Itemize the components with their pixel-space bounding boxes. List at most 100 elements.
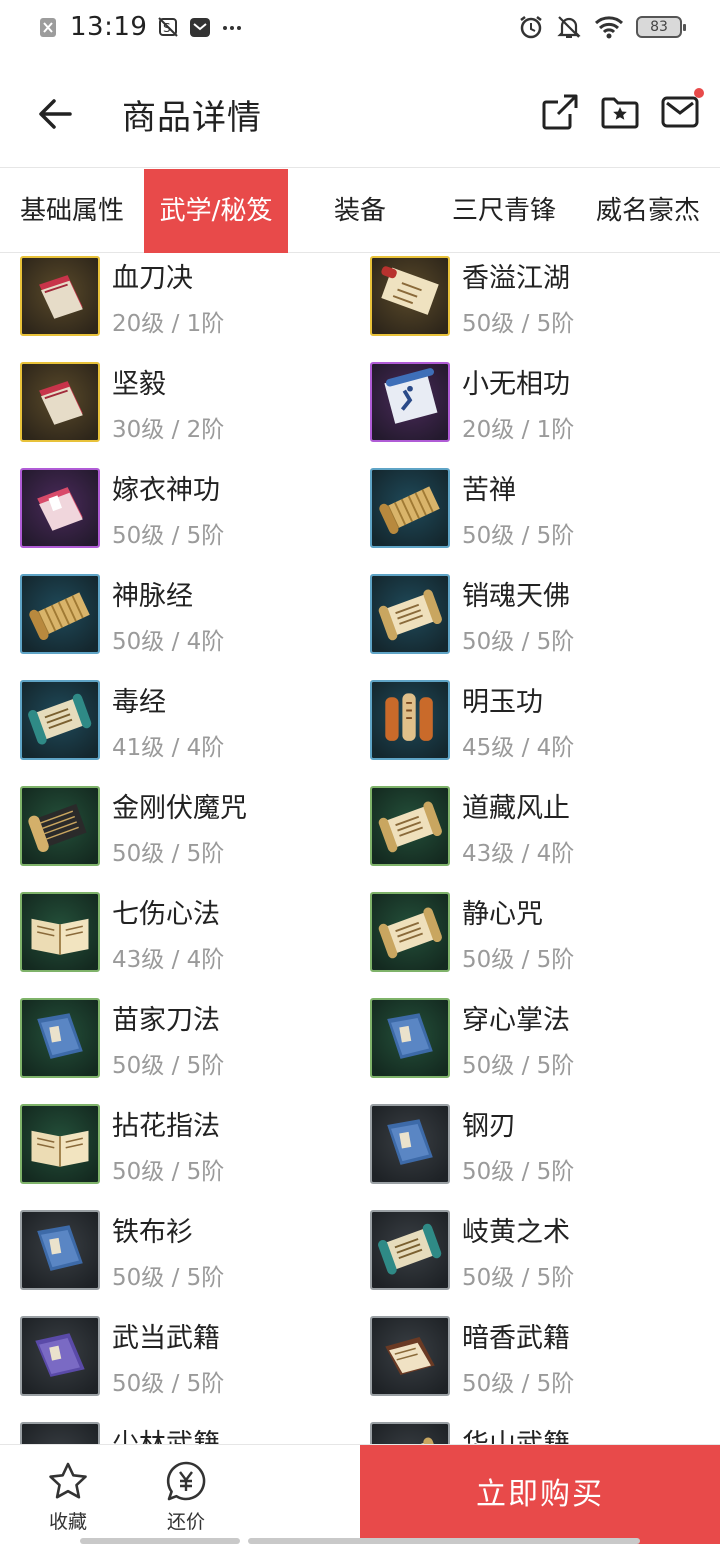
item-name: 小无相功	[462, 369, 570, 400]
list-item[interactable]: 小无相功 20级 / 1阶	[370, 362, 710, 452]
favorite-label: 收藏	[48, 1511, 87, 1533]
list-item[interactable]: 静心咒 50级 / 5阶	[370, 892, 710, 982]
item-name: 苗家刀法	[112, 1005, 220, 1036]
list-item[interactable]: 钢刃 50级 / 5阶	[370, 1104, 710, 1194]
list-item[interactable]: 毒经 41级 / 4阶	[20, 680, 360, 770]
item-level-rank: 45级 / 4阶	[462, 735, 575, 761]
list-item[interactable]: 华山武籍	[370, 1422, 710, 1444]
item-thumbnail	[20, 1422, 100, 1444]
list-item[interactable]: 七伤心法 43级 / 4阶	[20, 892, 360, 982]
item-thumbnail	[20, 256, 100, 336]
tab-equipment[interactable]: 装备	[288, 169, 432, 253]
open-book-icon	[22, 1106, 98, 1182]
item-name: 铁布衫	[112, 1217, 193, 1248]
close-box-icon	[40, 18, 56, 37]
item-level-rank: 50级 / 5阶	[112, 1265, 225, 1291]
item-name: 穿心掌法	[462, 1005, 570, 1036]
tab-martial-arts[interactable]: 武学/秘笈	[144, 169, 288, 253]
app-header: 商品详情	[0, 58, 720, 168]
mail-app-icon	[190, 18, 211, 37]
list-item[interactable]: 香溢江湖 50级 / 5阶	[370, 256, 710, 346]
blue-book-icon	[22, 1000, 98, 1076]
item-level-rank: 50级 / 5阶	[462, 311, 575, 337]
item-name: 钢刃	[462, 1111, 516, 1142]
bargain-button[interactable]: 还价	[146, 1459, 226, 1534]
item-level-rank: 50级 / 5阶	[462, 523, 575, 549]
blue-book-icon	[22, 1212, 98, 1288]
red-book-icon	[22, 258, 98, 334]
tab-heroes[interactable]: 威名豪杰	[576, 169, 720, 253]
red-scroll-icon	[372, 258, 448, 334]
brown-book-icon	[372, 1318, 448, 1394]
item-level-rank: 50级 / 5阶	[462, 629, 575, 655]
purple-book-icon	[22, 1318, 98, 1394]
item-name: 武当武籍	[112, 1323, 220, 1354]
item-thumbnail	[20, 1210, 100, 1290]
favorite-folder-icon[interactable]	[600, 92, 640, 132]
item-name: 坚毅	[112, 369, 166, 400]
bell-off-icon	[557, 16, 581, 38]
item-name: 拈花指法	[112, 1111, 220, 1142]
item-thumbnail	[370, 1422, 450, 1444]
tab-swords[interactable]: 三尺青锋	[432, 169, 576, 253]
list-item[interactable]: 明玉功 45级 / 4阶	[370, 680, 710, 770]
list-item[interactable]: 暗香武籍 50级 / 5阶	[370, 1316, 710, 1406]
item-name: 道藏风止	[462, 793, 570, 824]
item-level-rank: 50级 / 5阶	[112, 523, 225, 549]
yuan-bubble-icon	[166, 1461, 206, 1501]
item-thumbnail	[370, 892, 450, 972]
tab-bar: 基础属性 武学/秘笈 装备 三尺青锋 威名豪杰	[0, 169, 720, 253]
teal-scroll-icon	[372, 1212, 448, 1288]
nav-indicator-left	[80, 1538, 240, 1544]
item-level-rank: 43级 / 4阶	[112, 947, 225, 973]
item-thumbnail	[370, 256, 450, 336]
nav-indicator-right	[248, 1538, 640, 1544]
item-level-rank: 50级 / 5阶	[462, 1371, 575, 1397]
list-item[interactable]: 拈花指法 50级 / 5阶	[20, 1104, 360, 1194]
list-item[interactable]: 销魂天佛 50级 / 5阶	[370, 574, 710, 664]
list-item[interactable]: 少林武籍	[20, 1422, 360, 1444]
item-thumbnail	[370, 1210, 450, 1290]
open-book-icon	[22, 1424, 98, 1444]
list-item[interactable]: 金刚伏魔咒 50级 / 5阶	[20, 786, 360, 876]
list-item[interactable]: 道藏风止 43级 / 4阶	[370, 786, 710, 876]
list-item[interactable]: 武当武籍 50级 / 5阶	[20, 1316, 360, 1406]
notification-dot	[694, 88, 704, 98]
tab-basic-attributes[interactable]: 基础属性	[0, 169, 144, 253]
item-level-rank: 50级 / 5阶	[112, 1053, 225, 1079]
list-item[interactable]: 铁布衫 50级 / 5阶	[20, 1210, 360, 1300]
item-thumbnail	[20, 1316, 100, 1396]
open-book-icon	[22, 894, 98, 970]
red-book-icon	[22, 364, 98, 440]
list-item[interactable]: 苦禅 50级 / 5阶	[370, 468, 710, 558]
message-icon[interactable]	[660, 92, 700, 132]
share-icon[interactable]	[540, 92, 580, 132]
back-arrow-icon[interactable]	[34, 92, 78, 136]
list-item[interactable]: 坚毅 30级 / 2阶	[20, 362, 360, 452]
battery-icon: 83	[636, 16, 686, 38]
list-item[interactable]: 血刀决 20级 / 1阶	[20, 256, 360, 346]
item-name: 少林武籍	[112, 1422, 220, 1444]
item-name: 血刀决	[112, 263, 193, 294]
favorite-button[interactable]: 收藏	[28, 1459, 108, 1534]
buy-now-button[interactable]: 立即购买	[360, 1445, 720, 1544]
item-thumbnail	[370, 574, 450, 654]
item-level-rank: 43级 / 4阶	[462, 841, 575, 867]
item-name: 岐黄之术	[462, 1217, 570, 1248]
list-item[interactable]: 神脉经 50级 / 4阶	[20, 574, 360, 664]
item-thumbnail	[370, 362, 450, 442]
list-item[interactable]: 岐黄之术 50级 / 5阶	[370, 1210, 710, 1300]
item-name: 嫁衣神功	[112, 475, 220, 506]
list-item[interactable]: 嫁衣神功 50级 / 5阶	[20, 468, 360, 558]
item-thumbnail	[20, 998, 100, 1078]
wifi-icon	[594, 16, 624, 39]
item-level-rank: 20级 / 1阶	[112, 311, 225, 337]
item-level-rank: 50级 / 5阶	[112, 841, 225, 867]
list-item[interactable]: 穿心掌法 50级 / 5阶	[370, 998, 710, 1088]
list-item[interactable]: 苗家刀法 50级 / 5阶	[20, 998, 360, 1088]
item-name: 明玉功	[462, 687, 543, 718]
item-name: 金刚伏魔咒	[112, 793, 247, 824]
more-dots-icon	[223, 26, 242, 30]
item-name: 销魂天佛	[462, 581, 570, 612]
item-level-rank: 50级 / 5阶	[462, 947, 575, 973]
